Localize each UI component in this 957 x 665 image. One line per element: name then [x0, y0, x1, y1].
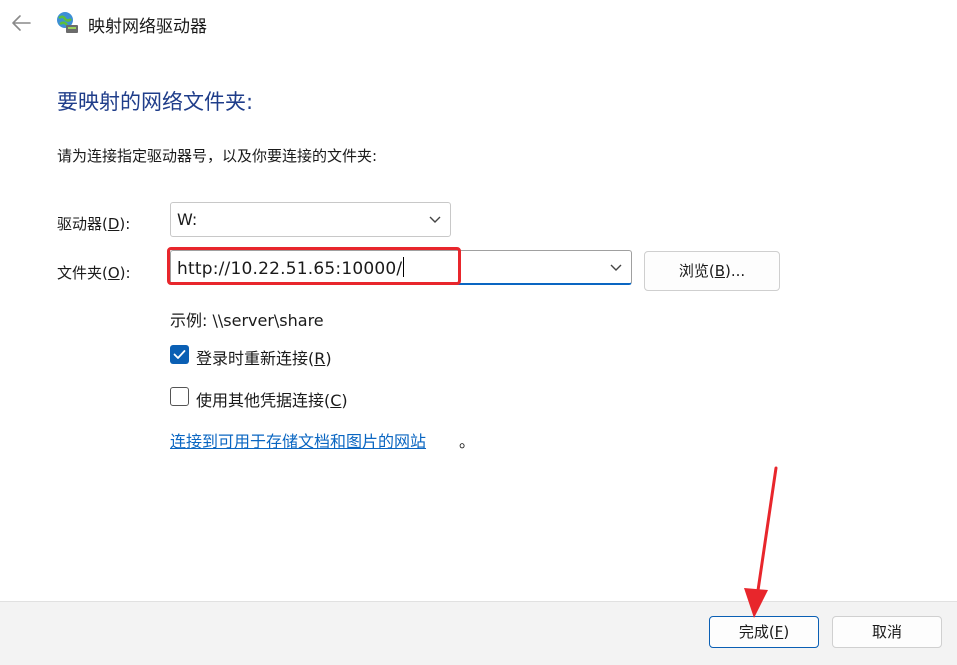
drive-letter-value: W: — [177, 210, 198, 229]
window-title: 映射网络驱动器 — [88, 17, 207, 37]
chevron-down-icon[interactable] — [609, 263, 623, 273]
instruction-text: 请为连接指定驱动器号，以及你要连接的文件夹: — [57, 147, 378, 165]
back-arrow-icon[interactable] — [10, 12, 32, 34]
checkmark-icon — [173, 350, 186, 359]
page-heading: 要映射的网络文件夹: — [57, 90, 254, 114]
reconnect-checkbox[interactable] — [170, 345, 189, 364]
chevron-down-icon — [429, 216, 441, 223]
browse-button[interactable]: 浏览(B)... — [644, 251, 780, 291]
red-highlight-box — [167, 247, 461, 285]
cancel-button[interactable]: 取消 — [832, 616, 942, 648]
drive-letter-select[interactable]: W: — [170, 202, 451, 237]
drive-label: 驱动器(D): — [57, 215, 131, 233]
other-credentials-checkbox[interactable] — [170, 387, 189, 406]
network-drive-icon — [57, 12, 78, 33]
annotation-arrow-icon — [744, 466, 778, 618]
example-text: 示例: \\server\share — [170, 311, 324, 330]
folder-label: 文件夹(O): — [57, 264, 131, 282]
reconnect-label[interactable]: 登录时重新连接(R) — [196, 345, 332, 369]
website-storage-link[interactable]: 连接到可用于存储文档和图片的网站 — [170, 428, 426, 452]
finish-button[interactable]: 完成(F) — [709, 616, 819, 648]
other-credentials-label[interactable]: 使用其他凭据连接(C) — [196, 387, 348, 411]
link-suffix: 。 — [459, 432, 476, 451]
